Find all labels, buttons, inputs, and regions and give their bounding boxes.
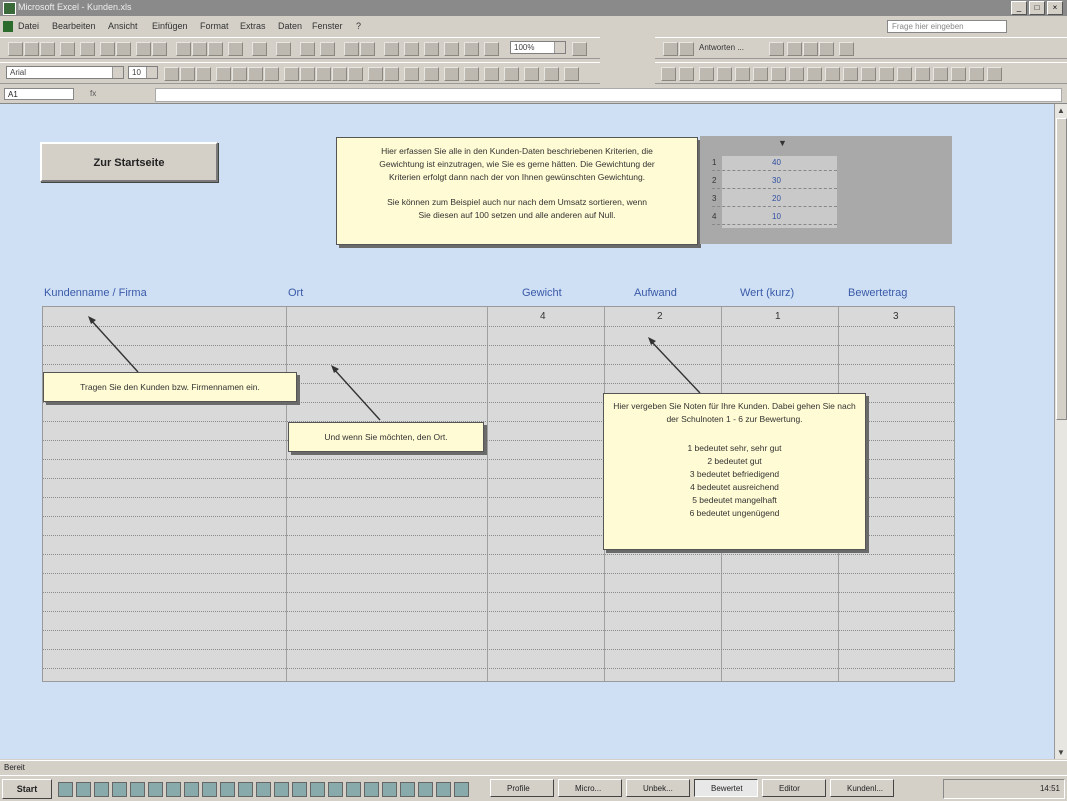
quicklaunch-icon[interactable] [58,782,73,797]
task-micro[interactable]: Micro... [558,779,622,797]
quicklaunch-icon[interactable] [382,782,397,797]
note-rating: Hier vergeben Sie Noten für Ihre Kunden.… [603,393,866,550]
note-ort: Und wenn Sie möchten, den Ort. [288,422,484,452]
note-customer-name: Tragen Sie den Kunden bzw. Firmennamen e… [43,372,297,402]
quicklaunch-icon[interactable] [112,782,127,797]
grade-line: 6 bedeutet ungenügend [689,508,780,518]
quicklaunch-icon[interactable] [328,782,343,797]
quicklaunch-icon[interactable] [202,782,217,797]
quicklaunch-icon[interactable] [220,782,235,797]
task-kunden[interactable]: Kundenl... [830,779,894,797]
grade-line: 1 bedeutet sehr, sehr gut [687,443,782,453]
quicklaunch-icon[interactable] [166,782,181,797]
task-bewertet[interactable]: Bewertet [694,779,758,797]
quicklaunch-icon[interactable] [274,782,289,797]
rating-intro: Hier vergeben Sie Noten für Ihre Kunden.… [613,401,856,424]
quicklaunch-icon[interactable] [418,782,433,797]
system-tray: 14:51 [943,779,1065,799]
quicklaunch-icon[interactable] [454,782,469,797]
quicklaunch-icon[interactable] [238,782,253,797]
taskbar: Start Profile Micro... Unbek... Bewertet… [0,775,1067,801]
quicklaunch-icon[interactable] [346,782,361,797]
status-bar: Bereit [0,760,1067,775]
quicklaunch-icon[interactable] [76,782,91,797]
start-button[interactable]: Start [2,779,52,799]
quicklaunch-icon[interactable] [436,782,451,797]
grade-line: 4 bedeutet ausreichend [690,482,779,492]
grade-line: 2 bedeutet gut [707,456,762,466]
quicklaunch-icon[interactable] [364,782,379,797]
quicklaunch-icon[interactable] [148,782,163,797]
task-unbek[interactable]: Unbek... [626,779,690,797]
quicklaunch-icon[interactable] [310,782,325,797]
quicklaunch-icon[interactable] [256,782,271,797]
grade-line: 5 bedeutet mangelhaft [692,495,777,505]
status-text: Bereit [4,763,25,772]
quicklaunch-icon[interactable] [184,782,199,797]
grade-line: 3 bedeutet befriedigend [689,469,780,479]
quicklaunch-icon[interactable] [400,782,415,797]
quicklaunch-icon[interactable] [94,782,109,797]
task-editor[interactable]: Editor [762,779,826,797]
clock[interactable]: 14:51 [1040,784,1060,793]
task-profile[interactable]: Profile [490,779,554,797]
quicklaunch-icon[interactable] [292,782,307,797]
quicklaunch-icon[interactable] [130,782,145,797]
